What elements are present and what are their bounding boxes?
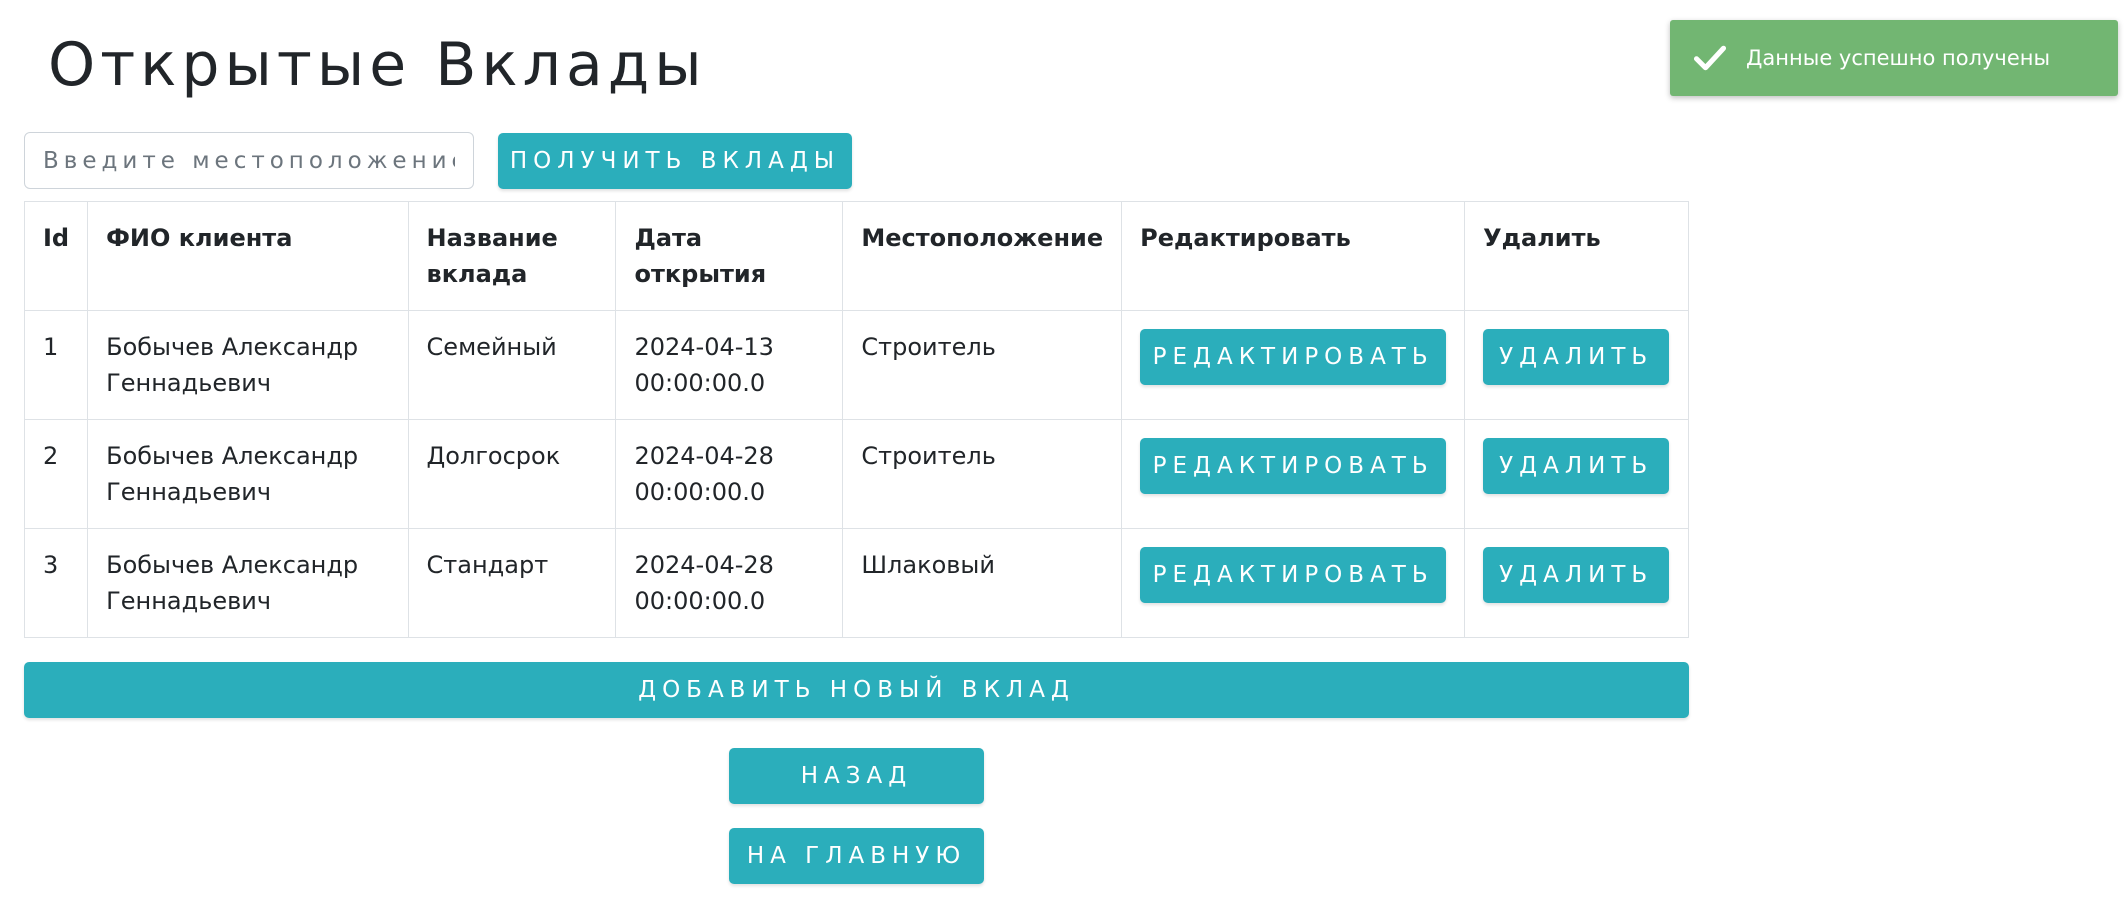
header-client: ФИО клиента	[87, 201, 409, 311]
cell-edit: РЕДАКТИРОВАТЬ	[1121, 419, 1466, 529]
cell-deposit-name: Долгосрок	[407, 419, 617, 529]
cell-open-date: 2024-04-28 00:00:00.0	[615, 528, 844, 638]
header-deposit-name: Название вклада	[407, 201, 617, 311]
cell-location: Шлаковый	[842, 528, 1123, 638]
cell-delete: УДАЛИТЬ	[1464, 419, 1689, 529]
delete-button[interactable]: УДАЛИТЬ	[1483, 329, 1670, 385]
cell-open-date: 2024-04-13 00:00:00.0	[615, 310, 844, 420]
cell-location: Строитель	[842, 310, 1123, 420]
header-open-date: Дата открытия	[615, 201, 844, 311]
table-row: 1 Бобычев Александр Геннадьевич Семейный…	[23, 310, 1689, 420]
success-toast[interactable]: Данные успешно получены	[1670, 20, 2118, 96]
back-button[interactable]: НАЗАД	[729, 748, 984, 804]
cell-deposit-name: Семейный	[407, 310, 617, 420]
table-row: 3 Бобычев Александр Геннадьевич Стандарт…	[23, 528, 1689, 638]
deposits-page: Открытые Вклады ПОЛУЧИТЬ ВКЛАДЫ Id ФИО к…	[0, 0, 2125, 901]
header-id: Id	[23, 201, 89, 311]
home-button[interactable]: НА ГЛАВНУЮ	[729, 828, 984, 884]
cell-edit: РЕДАКТИРОВАТЬ	[1121, 310, 1466, 420]
header-location: Местоположение	[842, 201, 1123, 311]
cell-open-date: 2024-04-28 00:00:00.0	[615, 419, 844, 529]
cell-id: 1	[23, 310, 89, 420]
edit-button[interactable]: РЕДАКТИРОВАТЬ	[1140, 438, 1447, 494]
delete-button[interactable]: УДАЛИТЬ	[1483, 547, 1670, 603]
page-title: Открытые Вклады	[48, 30, 707, 100]
cell-id: 3	[23, 528, 89, 638]
cell-client: Бобычев Александр Геннадьевич	[87, 528, 409, 638]
location-search-input[interactable]	[24, 132, 474, 189]
table-header-row: Id ФИО клиента Название вклада Дата откр…	[23, 201, 1689, 311]
deposits-table: Id ФИО клиента Название вклада Дата откр…	[23, 201, 1689, 638]
add-deposit-button[interactable]: ДОБАВИТЬ НОВЫЙ ВКЛАД	[24, 662, 1689, 718]
header-edit: Редактировать	[1121, 201, 1466, 311]
cell-client: Бобычев Александр Геннадьевич	[87, 310, 409, 420]
cell-id: 2	[23, 419, 89, 529]
cell-deposit-name: Стандарт	[407, 528, 617, 638]
cell-delete: УДАЛИТЬ	[1464, 310, 1689, 420]
toast-message: Данные успешно получены	[1746, 46, 2051, 70]
cell-client: Бобычев Александр Геннадьевич	[87, 419, 409, 529]
header-delete: Удалить	[1464, 201, 1689, 311]
edit-button[interactable]: РЕДАКТИРОВАТЬ	[1140, 547, 1447, 603]
get-deposits-button[interactable]: ПОЛУЧИТЬ ВКЛАДЫ	[498, 133, 852, 189]
table-row: 2 Бобычев Александр Геннадьевич Долгосро…	[23, 419, 1689, 529]
cell-delete: УДАЛИТЬ	[1464, 528, 1689, 638]
check-icon	[1693, 45, 1727, 71]
cell-location: Строитель	[842, 419, 1123, 529]
edit-button[interactable]: РЕДАКТИРОВАТЬ	[1140, 329, 1447, 385]
delete-button[interactable]: УДАЛИТЬ	[1483, 438, 1670, 494]
cell-edit: РЕДАКТИРОВАТЬ	[1121, 528, 1466, 638]
